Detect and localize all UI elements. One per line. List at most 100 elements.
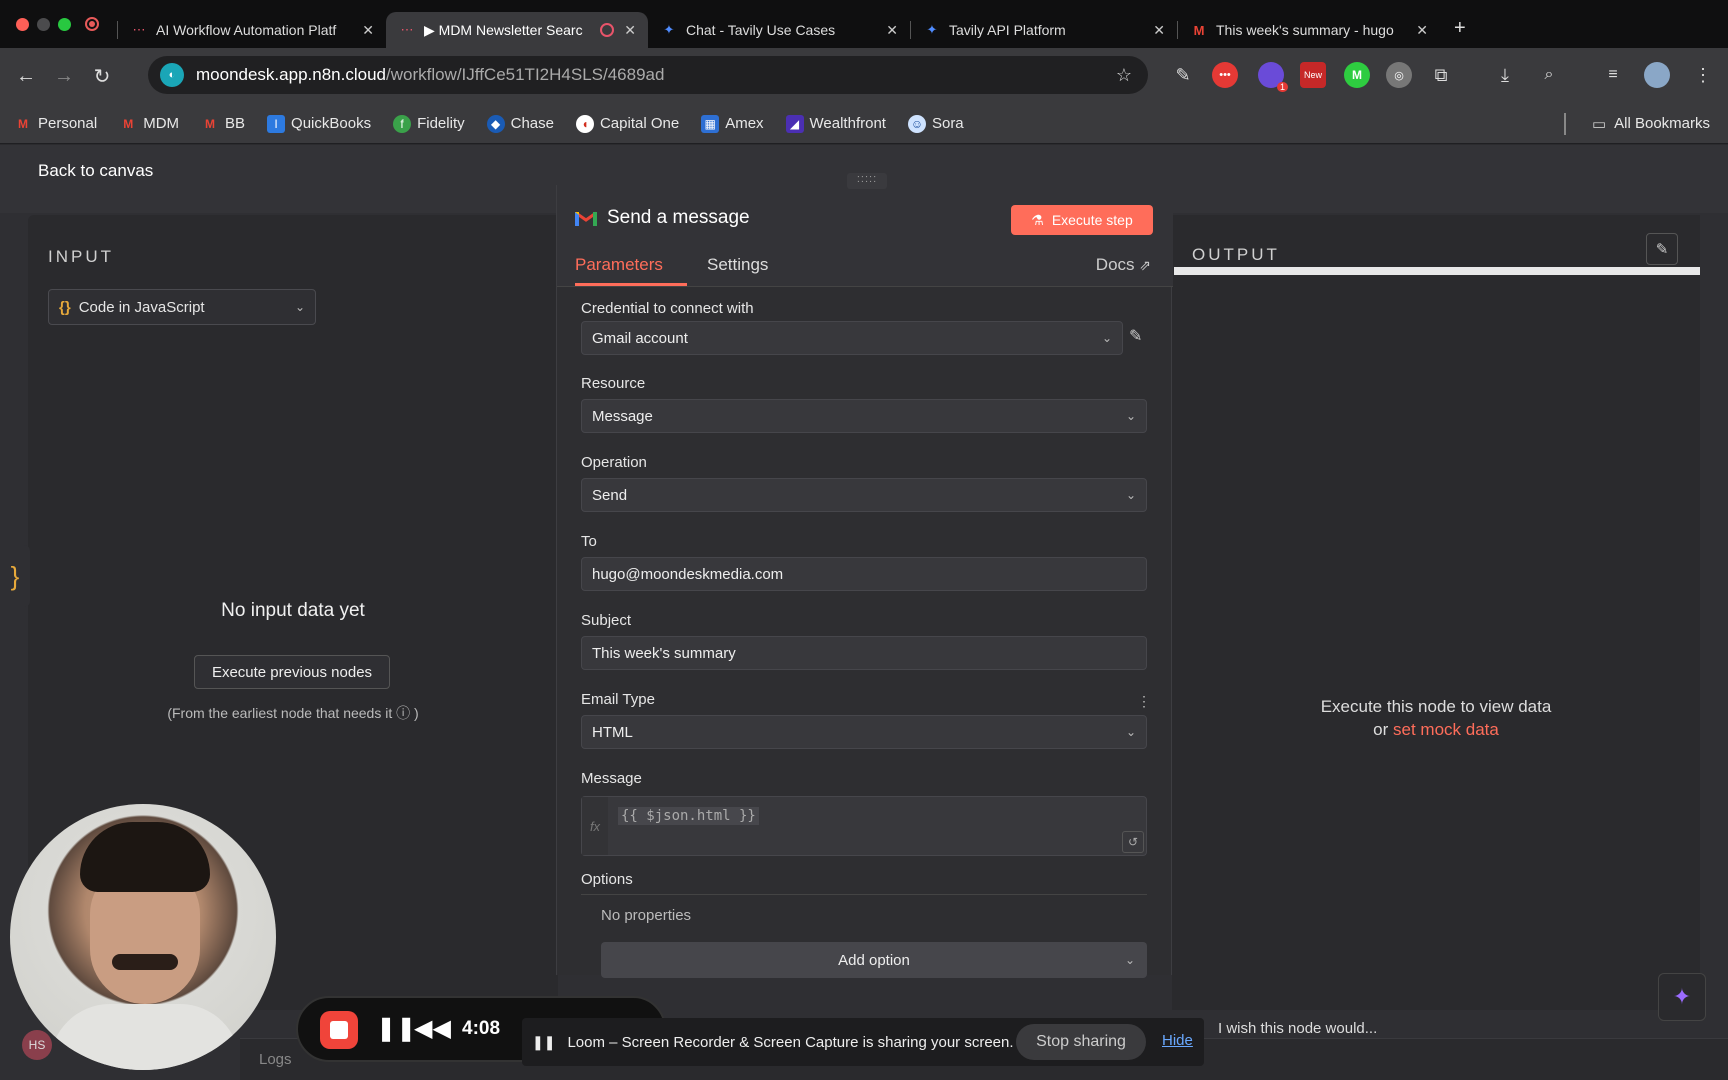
bookmark-fidelity[interactable]: f Fidelity: [393, 114, 465, 133]
credential-select[interactable]: Gmail account ⌄: [581, 321, 1123, 355]
rewind-icon[interactable]: ◀◀: [414, 1014, 451, 1043]
tab-label: ▶ MDM Newsletter Searc: [424, 21, 583, 38]
tab-settings[interactable]: Settings: [707, 255, 768, 275]
bookmark-label: Sora: [931, 115, 964, 132]
zoom-window-button[interactable]: [58, 17, 71, 31]
stop-sharing-button[interactable]: Stop sharing: [1016, 1024, 1146, 1060]
drag-handle-icon[interactable]: :::::: [847, 173, 887, 189]
reload-icon[interactable]: ↻: [86, 64, 118, 89]
extension-icon[interactable]: M: [1344, 62, 1370, 88]
code-node-icon[interactable]: }: [0, 545, 30, 607]
bookmark-quickbooks[interactable]: I QuickBooks: [267, 114, 371, 133]
download-icon[interactable]: ⤓: [1492, 62, 1518, 88]
gmail-icon: M: [18, 116, 28, 131]
profile-avatar[interactable]: [1644, 62, 1670, 88]
output-message-line-2: or set mock data: [1172, 718, 1700, 741]
logs-toggle[interactable]: Logs: [259, 1051, 292, 1068]
tab-label: This week's summary - hugo: [1216, 22, 1394, 38]
extension-new-icon[interactable]: New: [1300, 62, 1326, 88]
tab-parameters[interactable]: Parameters: [575, 255, 663, 275]
bookmark-star-icon[interactable]: ☆: [1116, 65, 1132, 86]
to-field[interactable]: hugo@moondeskmedia.com: [581, 557, 1147, 591]
input-hint: (From the earliest node that needs it ⓘ …: [167, 705, 419, 721]
site-settings-icon[interactable]: ◐: [160, 63, 184, 87]
browser-tab-chat-tavily[interactable]: ✦ Chat - Tavily Use Cases ✕: [648, 12, 910, 48]
capitalone-icon: ◖: [575, 114, 594, 133]
ai-assistant-sparkle-icon[interactable]: ✦: [1658, 973, 1706, 1021]
bookmark-personal[interactable]: M Personal: [14, 115, 97, 133]
tab-label: Tavily API Platform: [949, 22, 1066, 38]
extension-icon[interactable]: •••: [1212, 62, 1238, 88]
webcam-hair: [80, 822, 210, 892]
bookmark-chase[interactable]: ◆ Chase: [486, 114, 554, 133]
recording-timer: 4:08: [462, 1018, 501, 1039]
edit-credential-icon[interactable]: ✎: [1129, 326, 1142, 346]
bookmark-capital-one[interactable]: ◖ Capital One: [575, 114, 679, 133]
extension-icon[interactable]: ◎: [1386, 62, 1412, 88]
search-tabs-icon[interactable]: ⌕: [1536, 62, 1562, 88]
execute-step-label: Execute step: [1051, 212, 1133, 228]
bookmark-sora[interactable]: ☺ Sora: [907, 114, 964, 133]
new-tab-icon[interactable]: +: [1454, 17, 1466, 40]
email-type-label: Email Type: [581, 691, 655, 708]
browser-menu-icon[interactable]: ⋮: [1690, 62, 1716, 88]
close-tab-icon[interactable]: ✕: [624, 22, 636, 39]
field-options-icon[interactable]: ⋮: [1137, 693, 1151, 710]
message-label: Message: [581, 770, 642, 787]
browser-tab-ai-workflow[interactable]: ⋯ AI Workflow Automation Platf ✕: [118, 12, 386, 48]
browser-tab-tavily-api[interactable]: ✦ Tavily API Platform ✕: [911, 12, 1177, 48]
bookmark-mdm[interactable]: M MDM: [119, 115, 179, 133]
hide-banner-link[interactable]: Hide: [1162, 1032, 1193, 1049]
docs-link[interactable]: Docs ⇗: [1096, 255, 1151, 275]
bookmark-wealthfront[interactable]: ◢ Wealthfront: [785, 114, 886, 133]
add-option-button[interactable]: Add option ⌄: [601, 942, 1147, 978]
tavily-icon: ✦: [663, 22, 675, 37]
pause-icon[interactable]: ❚❚: [376, 1014, 416, 1043]
forward-arrow-icon[interactable]: →: [48, 65, 80, 88]
node-title: Send a message: [575, 207, 750, 229]
edit-output-button[interactable]: ✎: [1646, 233, 1678, 265]
execute-step-button[interactable]: ⚗ Execute step: [1011, 205, 1153, 235]
output-progress-bar: [1174, 267, 1700, 275]
chevron-down-icon: ⌄: [1125, 409, 1136, 423]
url-field[interactable]: ◐ moondesk.app.n8n.cloud/workflow/IJffCe…: [148, 56, 1148, 94]
email-type-select[interactable]: HTML ⌄: [581, 715, 1147, 749]
back-arrow-icon[interactable]: ←: [10, 65, 42, 88]
subject-field[interactable]: This week's summary: [581, 636, 1147, 670]
minimize-window-button[interactable]: [37, 17, 50, 31]
reset-value-icon[interactable]: ↺: [1122, 831, 1144, 853]
webcam-bubble[interactable]: [10, 804, 276, 1070]
feedback-prompt[interactable]: I wish this node would...: [1218, 1020, 1377, 1037]
pencil-icon: ✎: [1655, 241, 1669, 258]
back-to-canvas-button[interactable]: Back to canvas: [30, 161, 153, 181]
close-tab-icon[interactable]: ✕: [886, 22, 898, 39]
close-window-button[interactable]: [16, 17, 29, 31]
reading-list-icon[interactable]: ≡: [1600, 62, 1626, 88]
close-tab-icon[interactable]: ✕: [1416, 22, 1428, 39]
message-expression-field[interactable]: fx {{ $json.html }} ↺: [581, 796, 1147, 856]
flask-icon: ⚗: [1031, 211, 1044, 228]
all-bookmarks-button[interactable]: ▭ All Bookmarks: [1592, 115, 1710, 133]
eyedropper-icon[interactable]: ✎: [1170, 62, 1196, 88]
extensions-puzzle-icon[interactable]: ⧉: [1428, 62, 1454, 88]
credential-value: Gmail account: [592, 329, 688, 347]
bookmark-bb[interactable]: M BB: [201, 115, 245, 133]
stop-recording-button[interactable]: [320, 1011, 358, 1049]
operation-select[interactable]: Send ⌄: [581, 478, 1147, 512]
browser-tab-gmail-summary[interactable]: M This week's summary - hugo ✕: [1178, 12, 1440, 48]
gmail-icon: M: [1193, 22, 1205, 38]
close-tab-icon[interactable]: ✕: [362, 22, 374, 39]
close-tab-icon[interactable]: ✕: [1153, 22, 1165, 39]
bookmark-label: Amex: [725, 115, 764, 132]
resource-select[interactable]: Message ⌄: [581, 399, 1147, 433]
node-panel: ::::: Send a message ⚗ Execute step Param…: [556, 173, 1173, 978]
browser-tab-mdm-newsletter[interactable]: ⋯ ▶ MDM Newsletter Searc ✕: [386, 12, 648, 48]
extension-icon[interactable]: 1: [1258, 62, 1288, 92]
execute-previous-nodes-button[interactable]: Execute previous nodes: [194, 655, 390, 689]
url-host: moondesk.app.n8n.cloud: [196, 65, 386, 84]
bookmark-amex[interactable]: ▦ Amex: [701, 114, 764, 133]
avatar[interactable]: HS: [22, 1030, 52, 1060]
set-mock-data-link[interactable]: set mock data: [1393, 720, 1499, 739]
pause-share-icon: ❚❚: [532, 1033, 556, 1050]
input-source-select[interactable]: {} Code in JavaScript ⌄: [48, 289, 316, 325]
